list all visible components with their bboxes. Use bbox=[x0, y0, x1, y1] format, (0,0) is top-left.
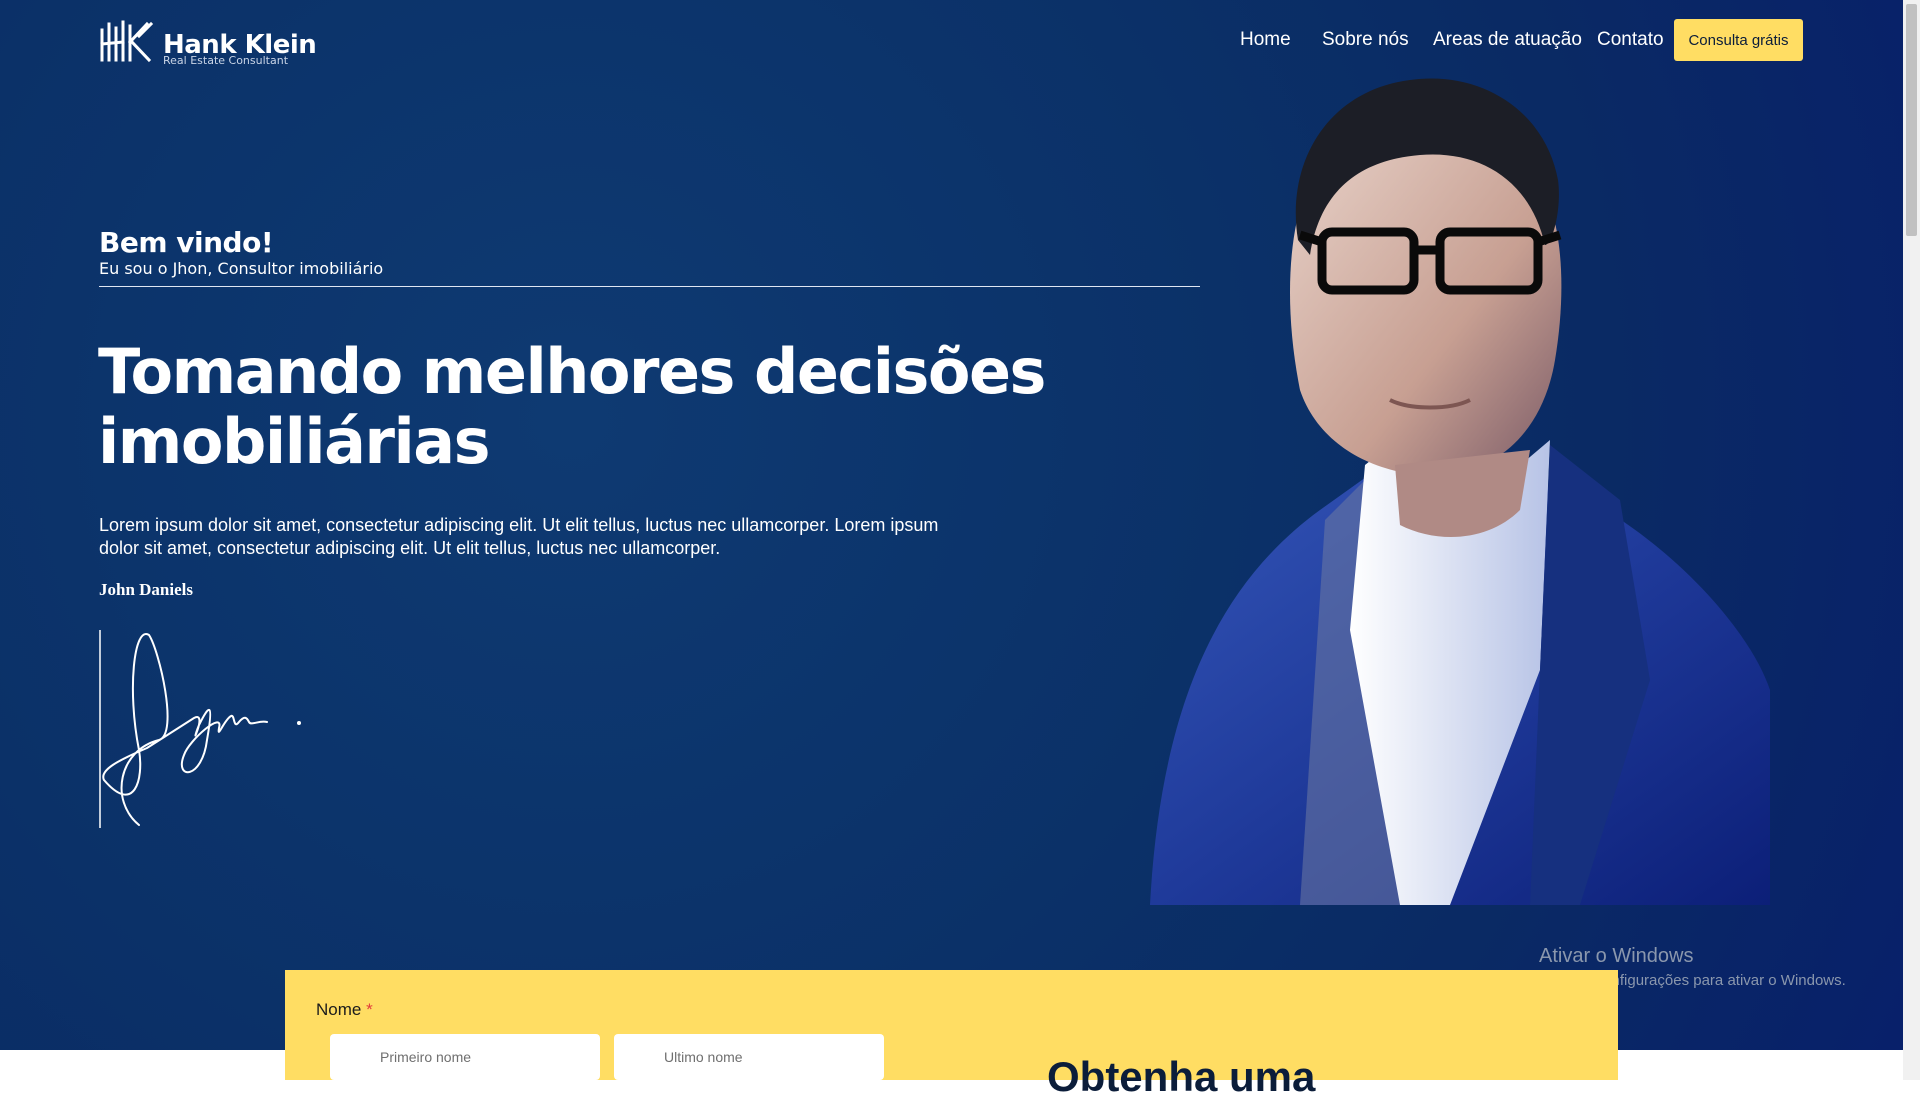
welcome-heading: Bem vindo! bbox=[99, 226, 274, 259]
author-name: John Daniels bbox=[99, 580, 193, 599]
brand-tagline: Real Estate Consultant bbox=[163, 54, 289, 67]
windows-activation-title: Ativar o Windows bbox=[1539, 945, 1694, 967]
hero-headline: Tomando melhores decisões imobiliárias bbox=[98, 335, 1046, 478]
consultant-portrait-image bbox=[1150, 78, 1770, 905]
welcome-subtitle: Eu sou o Jhon, Consultor imobiliário bbox=[99, 259, 384, 278]
hero-section: Hank Klein Real Estate Consultant Home S… bbox=[0, 0, 1903, 1050]
nav-item-home[interactable]: Home bbox=[1240, 29, 1291, 51]
last-name-input[interactable] bbox=[614, 1034, 884, 1080]
first-name-input[interactable] bbox=[330, 1034, 600, 1080]
page-scrollbar[interactable] bbox=[1903, 0, 1920, 1080]
contact-form-card: Nome * Obtenha uma bbox=[285, 970, 1618, 1100]
scrollbar-thumb[interactable] bbox=[1906, 4, 1917, 236]
name-label-text: Nome bbox=[316, 1000, 362, 1019]
nav-item-areas-de-atuacao[interactable]: Areas de atuação bbox=[1433, 29, 1582, 51]
name-field-label: Nome * bbox=[316, 1000, 373, 1020]
hero-paragraph: Lorem ipsum dolor sit amet, consectetur … bbox=[99, 515, 939, 558]
logo-mark-icon bbox=[100, 20, 154, 63]
nav-item-contato[interactable]: Contato bbox=[1597, 29, 1664, 51]
form-heading: Obtenha uma bbox=[1047, 1053, 1316, 1100]
signature-image bbox=[99, 630, 301, 828]
free-consultation-button[interactable]: Consulta grátis bbox=[1674, 19, 1803, 61]
brand-logo[interactable]: Hank Klein Real Estate Consultant bbox=[99, 20, 317, 67]
hero-divider bbox=[99, 286, 1200, 287]
required-marker: * bbox=[366, 1000, 373, 1019]
nav-item-sobre-nos[interactable]: Sobre nós bbox=[1322, 29, 1409, 51]
